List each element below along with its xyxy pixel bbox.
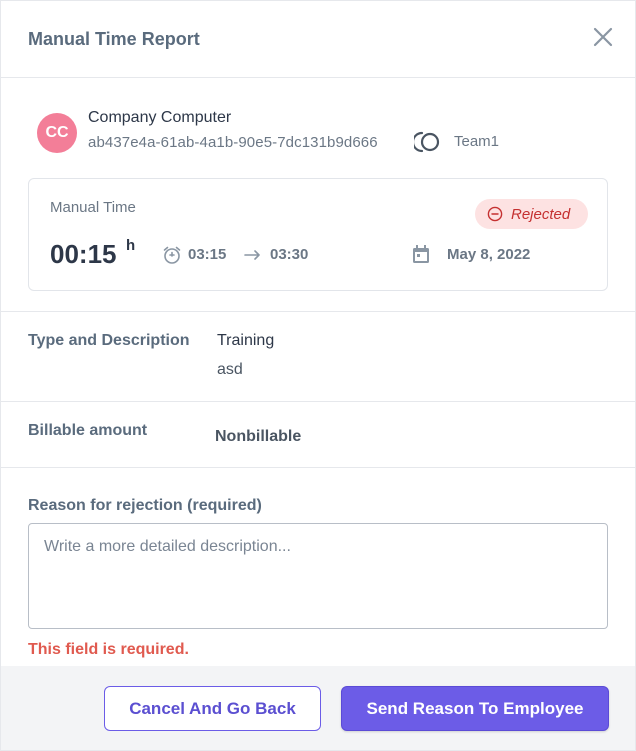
divider [1, 401, 635, 402]
user-name: Company Computer [88, 109, 232, 126]
avatar: CC [37, 113, 77, 153]
billable-value: Nonbillable [215, 428, 302, 445]
end-time: 03:30 [270, 246, 309, 263]
cancel-button[interactable]: Cancel And Go Back [104, 686, 321, 731]
billable-label: Billable amount [28, 422, 148, 439]
alarm-clock-icon [162, 245, 182, 265]
minus-circle-icon [487, 206, 503, 222]
arrow-right-icon [243, 248, 263, 262]
manual-time-report-modal: Manual Time Report CC Company Computer a… [0, 0, 636, 751]
start-time: 03:15 [188, 246, 227, 263]
rejection-reason-input[interactable] [28, 523, 608, 629]
modal-title: Manual Time Report [28, 29, 200, 49]
send-reason-button[interactable]: Send Reason To Employee [341, 686, 609, 731]
modal-header: Manual Time Report [1, 1, 635, 78]
entry-type-label: Manual Time [50, 199, 136, 216]
close-icon[interactable] [590, 24, 616, 50]
status-badge: Rejected [475, 199, 588, 229]
modal-footer: Cancel And Go Back Send Reason To Employ… [1, 666, 635, 750]
type-value: Training [217, 332, 275, 349]
validation-error: This field is required. [28, 641, 189, 658]
duration: 00:15 [50, 239, 117, 269]
team-name: Team1 [454, 133, 500, 150]
duration-unit: h [126, 237, 136, 254]
entry-date: May 8, 2022 [447, 246, 531, 263]
type-description-label: Type and Description [28, 332, 190, 349]
user-info: CC Company Computer ab437e4a-61ab-4a1b-9… [37, 109, 617, 159]
divider [1, 311, 635, 312]
team-icon [411, 131, 444, 153]
calendar-icon [411, 244, 431, 265]
time-entry-card: Manual Time Rejected 00:15 h 03:15 03:30 [28, 178, 608, 291]
rejection-reason-label: Reason for rejection (required) [28, 497, 262, 514]
divider [1, 467, 635, 468]
description-value: asd [217, 361, 243, 378]
status-text: Rejected [511, 205, 571, 223]
user-id: ab437e4a-61ab-4a1b-90e5-7dc131b9d666 [88, 134, 378, 151]
